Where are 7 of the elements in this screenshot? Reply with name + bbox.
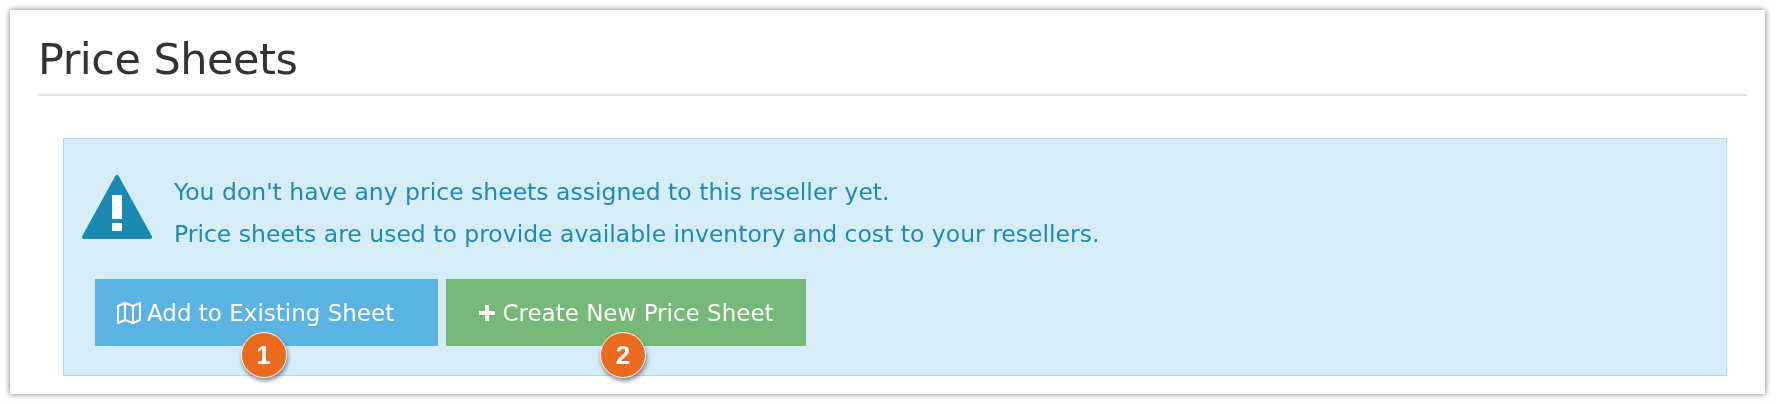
create-button[interactable]: Create New Price Sheet [446, 279, 806, 346]
step-badge: 2 [600, 332, 646, 378]
step-badge: 1 [240, 332, 287, 378]
panel-title: Price Sheets [38, 33, 299, 86]
alert-message: You don't have any price sheets assigned to this reseller yet. [174, 177, 891, 207]
add-button[interactable]: Add to Existing Sheet [95, 279, 438, 346]
alert-message: Price sheets are used to provide available inventory and cost to your resellers. [174, 219, 1100, 249]
